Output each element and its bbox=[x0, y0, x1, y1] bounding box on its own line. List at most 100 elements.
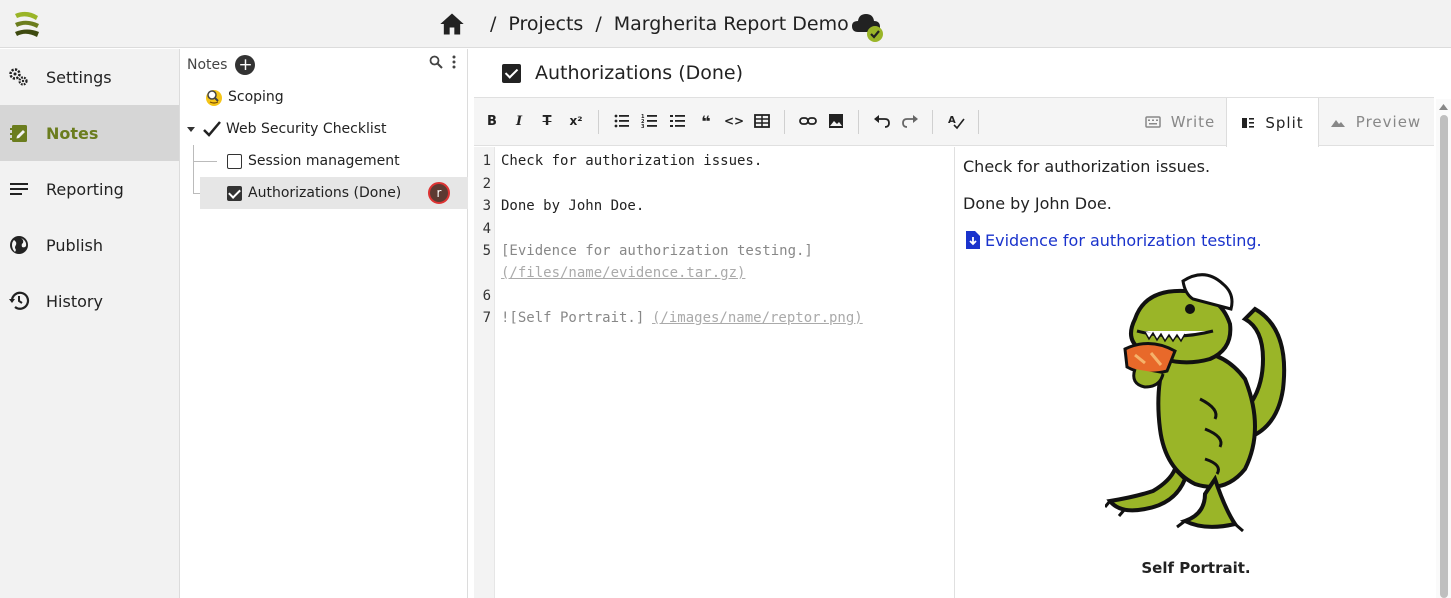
lines-icon bbox=[8, 178, 30, 200]
search-icon[interactable] bbox=[429, 55, 443, 69]
breadcrumb-projects[interactable]: Projects bbox=[508, 13, 583, 35]
image-icon[interactable] bbox=[825, 110, 847, 132]
toolbar-divider bbox=[858, 110, 859, 134]
tree-item-authorizations[interactable]: Authorizations (Done) r bbox=[200, 177, 468, 209]
tab-preview[interactable]: Preview bbox=[1319, 98, 1432, 146]
scrollbar[interactable] bbox=[1436, 99, 1451, 598]
line-number: 6 bbox=[482, 288, 491, 304]
checkmark-icon bbox=[203, 121, 221, 137]
tab-label: Split bbox=[1265, 113, 1304, 132]
keyboard-icon bbox=[1144, 116, 1161, 128]
nav-item-history[interactable]: History bbox=[0, 273, 179, 329]
tree-item-label: Session management bbox=[248, 153, 400, 169]
bold-button[interactable]: B bbox=[481, 110, 503, 132]
superscript-button[interactable]: x² bbox=[565, 110, 587, 132]
nav-item-settings[interactable]: Settings bbox=[0, 49, 179, 105]
avatar[interactable]: r bbox=[428, 182, 450, 204]
scrollbar-thumb[interactable] bbox=[1440, 115, 1448, 598]
markdown-preview: Check for authorization issues. Done by … bbox=[955, 147, 1437, 598]
preview-paragraph: Done by John Doe. bbox=[963, 194, 1112, 213]
toolbar-divider bbox=[784, 110, 785, 134]
code-button[interactable]: <> bbox=[723, 110, 745, 132]
toolbar-divider bbox=[978, 110, 979, 134]
markdown-editor[interactable]: 1 Check for authorization issues. 2 3 Do… bbox=[474, 147, 955, 598]
cloud-sync-icon[interactable] bbox=[850, 10, 886, 44]
add-note-button[interactable]: + bbox=[235, 55, 256, 75]
notebook-icon bbox=[8, 122, 30, 144]
breadcrumb-project-name[interactable]: Margherita Report Demo bbox=[614, 13, 849, 35]
nav-item-publish[interactable]: Publish bbox=[0, 217, 179, 273]
home-icon[interactable] bbox=[438, 10, 466, 38]
notes-tree-header: Notes + bbox=[180, 49, 467, 81]
code-line: [Evidence for authorization testing.] bbox=[501, 243, 813, 259]
undo-icon[interactable] bbox=[871, 110, 893, 132]
image-caption: Self Portrait. bbox=[1141, 559, 1251, 577]
tab-label: Write bbox=[1170, 113, 1216, 131]
mountain-icon bbox=[1330, 120, 1345, 127]
tree-connector bbox=[193, 161, 217, 162]
numbered-list-icon[interactable]: 123 bbox=[639, 110, 661, 132]
tree-item-session-management[interactable]: Session management bbox=[227, 145, 457, 177]
tab-write[interactable]: Write bbox=[1134, 98, 1226, 146]
line-number: 7 bbox=[482, 310, 491, 326]
quote-button[interactable]: ❝ bbox=[695, 110, 717, 132]
line-number-gutter bbox=[474, 147, 495, 598]
nav-item-reporting[interactable]: Reporting bbox=[0, 161, 179, 217]
emoji-search-icon bbox=[206, 90, 222, 106]
nav-label: Settings bbox=[46, 67, 112, 87]
preview-file-link[interactable]: Evidence for authorization testing. bbox=[965, 230, 1262, 250]
split-view-icon bbox=[1242, 117, 1255, 128]
checkbox[interactable] bbox=[227, 153, 242, 169]
toolbar-divider bbox=[598, 110, 599, 134]
code-line: ![Self Portrait.] bbox=[501, 310, 645, 326]
tree-item-web-security-checklist[interactable]: Web Security Checklist bbox=[186, 113, 456, 145]
markdown-toolbar: B I T x² 123 ❝ <> A Write Split Preview bbox=[474, 97, 1434, 147]
link-icon[interactable] bbox=[797, 110, 819, 132]
main-nav: Settings Notes Reporting Publish History bbox=[0, 49, 180, 598]
tree-item-label: Web Security Checklist bbox=[226, 121, 387, 137]
link-label: Evidence for authorization testing. bbox=[985, 230, 1262, 250]
note-title[interactable]: Authorizations (Done) bbox=[535, 62, 743, 84]
breadcrumb-separator: / bbox=[595, 13, 602, 35]
checkbox-checked[interactable] bbox=[227, 185, 242, 201]
spellcheck-icon[interactable]: A bbox=[945, 110, 967, 132]
globe-icon bbox=[8, 234, 30, 256]
nav-label: History bbox=[46, 291, 103, 311]
tree-item-scoping[interactable]: Scoping bbox=[204, 81, 454, 113]
nav-label: Reporting bbox=[46, 179, 124, 199]
dinosaur-image bbox=[1105, 273, 1287, 533]
note-checkbox[interactable] bbox=[502, 63, 521, 83]
code-line: Check for authorization issues. bbox=[501, 153, 763, 169]
line-number: 4 bbox=[482, 221, 491, 237]
table-icon[interactable] bbox=[751, 110, 773, 132]
tree-item-label: Scoping bbox=[228, 89, 284, 105]
note-editor-area: Authorizations (Done) B I T x² 123 ❝ <> bbox=[474, 49, 1451, 598]
redo-icon[interactable] bbox=[899, 110, 921, 132]
code-link: (/images/name/reptor.png) bbox=[652, 310, 863, 326]
checklist-icon[interactable] bbox=[667, 110, 689, 132]
more-vert-icon[interactable] bbox=[451, 55, 457, 69]
chevron-down-icon[interactable] bbox=[186, 124, 196, 134]
tab-split[interactable]: Split bbox=[1226, 98, 1319, 147]
app-logo[interactable] bbox=[12, 10, 42, 38]
svg-text:3: 3 bbox=[641, 124, 645, 130]
scroll-up-icon[interactable] bbox=[1436, 101, 1451, 113]
svg-text:A: A bbox=[948, 115, 956, 126]
tree-connector bbox=[193, 145, 194, 193]
toolbar-divider bbox=[932, 110, 933, 134]
gears-icon bbox=[8, 66, 30, 88]
top-bar: / Projects / Margherita Report Demo bbox=[0, 0, 1451, 48]
nav-label: Publish bbox=[46, 235, 104, 255]
italic-button[interactable]: I bbox=[508, 110, 530, 132]
bullet-list-icon[interactable] bbox=[611, 110, 633, 132]
strikethrough-button[interactable]: T bbox=[536, 110, 558, 132]
code-link: (/files/name/evidence.tar.gz) bbox=[501, 265, 746, 281]
notes-tree-panel: Notes + Scoping Web Security Checklist S… bbox=[180, 49, 468, 598]
line-number: 1 bbox=[482, 153, 491, 169]
code-line: Done by John Doe. bbox=[501, 198, 645, 214]
preview-paragraph: Check for authorization issues. bbox=[963, 157, 1211, 176]
nav-item-notes[interactable]: Notes bbox=[0, 105, 179, 161]
line-number: 5 bbox=[482, 243, 491, 259]
note-title-row: Authorizations (Done) bbox=[474, 49, 1451, 97]
notes-tree-title: Notes bbox=[187, 57, 228, 73]
